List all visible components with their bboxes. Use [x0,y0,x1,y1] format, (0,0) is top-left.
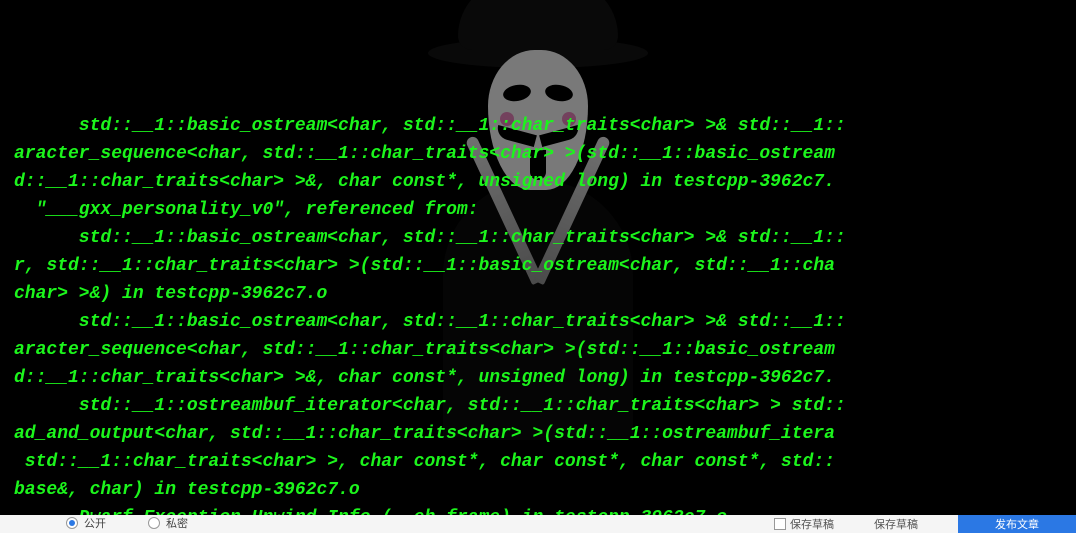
output-line: char> >&) in testcpp-3962c7.o [14,284,327,304]
output-line: std::__1::basic_ostream<char, std::__1::… [14,228,846,248]
radio-public[interactable] [66,517,78,529]
visibility-radio-group: 公开 私密 [66,515,188,531]
radio-private[interactable] [148,517,160,529]
output-line: d::__1::char_traits<char> >&, char const… [14,172,835,192]
editor-bottom-bar: 公开 私密 保存草稿 保存草稿 发布文章 [0,515,1076,533]
output-line: ad_and_output<char, std::__1::char_trait… [14,424,835,444]
save-draft-button[interactable]: 保存草稿 [874,516,918,532]
terminal-output: std::__1::basic_ostream<char, std::__1::… [14,84,1076,515]
output-line: base&, char) in testcpp-3962c7.o [14,480,360,500]
output-line: Dwarf Exception Unwind Info (__eh_frame)… [14,508,727,515]
output-line: aracter_sequence<char, std::__1::char_tr… [14,144,835,164]
terminal-window[interactable]: std::__1::basic_ostream<char, std::__1::… [0,0,1076,515]
radio-public-label: 公开 [84,515,106,531]
output-line: aracter_sequence<char, std::__1::char_tr… [14,340,835,360]
output-line: r, std::__1::char_traits<char> >(std::__… [14,256,835,276]
output-line: std::__1::basic_ostream<char, std::__1::… [14,312,846,332]
output-line: d::__1::char_traits<char> >&, char const… [14,368,835,388]
publish-button-label: 发布文章 [995,516,1039,532]
output-line: std::__1::char_traits<char> >, char cons… [14,452,835,472]
save-draft-checkbox-label: 保存草稿 [790,516,834,532]
output-line: std::__1::basic_ostream<char, std::__1::… [14,116,846,136]
publish-button[interactable]: 发布文章 [958,515,1076,533]
radio-private-label: 私密 [166,515,188,531]
save-draft-checkbox[interactable] [774,518,786,530]
output-line: std::__1::ostreambuf_iterator<char, std:… [14,396,846,416]
output-line: "___gxx_personality_v0", referenced from… [14,200,478,220]
